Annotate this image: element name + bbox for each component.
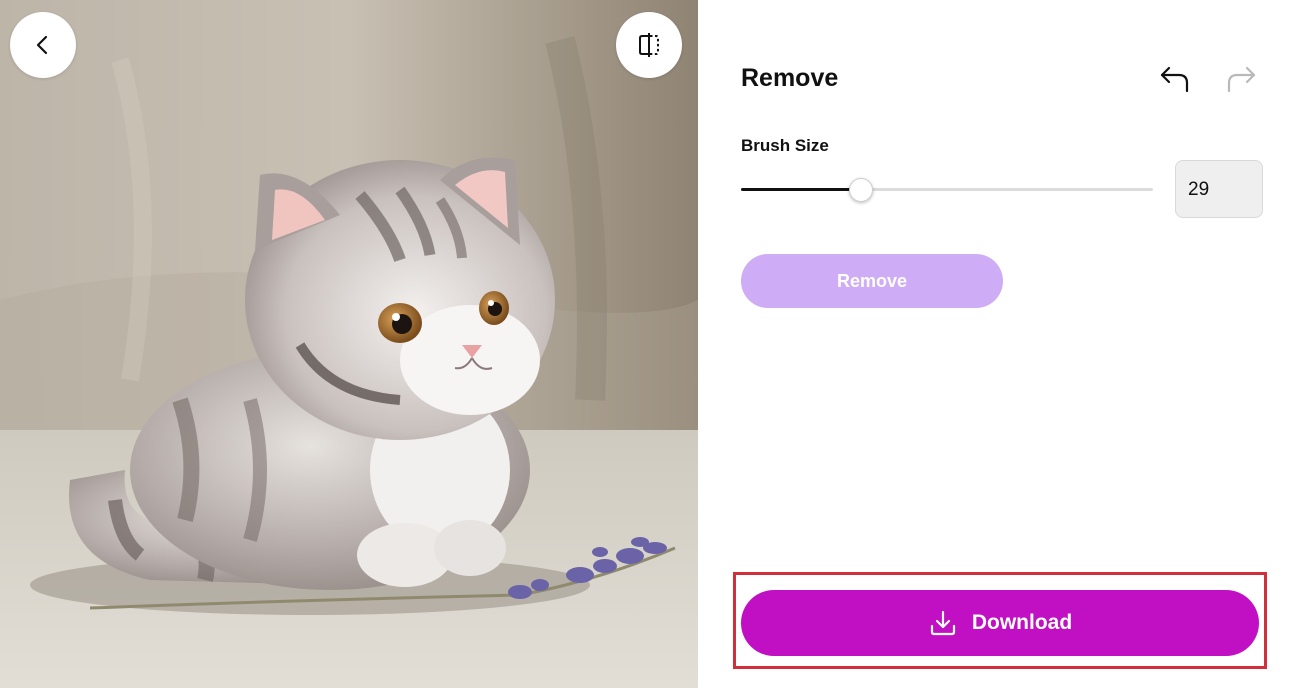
chevron-left-icon <box>36 35 48 55</box>
brush-size-label: Brush Size <box>741 136 829 155</box>
slider-fill <box>741 188 861 191</box>
brush-size-input[interactable]: 29 <box>1175 160 1263 218</box>
download-icon <box>930 610 955 636</box>
undo-button[interactable] <box>1158 62 1192 96</box>
back-button[interactable] <box>10 12 76 78</box>
compare-split-icon <box>639 33 659 57</box>
download-label: Download <box>971 611 1073 634</box>
panel-title: Remove <box>741 64 839 92</box>
redo-icon <box>1227 66 1256 93</box>
undo-icon <box>1160 66 1189 93</box>
brush-size-slider[interactable] <box>741 178 1153 202</box>
edited-image <box>0 0 698 688</box>
slider-thumb[interactable] <box>849 178 874 202</box>
tool-panel: Remove Brush Size 29 Remove Download <box>698 0 1300 688</box>
remove-button[interactable]: Remove <box>741 254 1003 308</box>
image-canvas[interactable] <box>0 0 698 688</box>
compare-button[interactable] <box>616 12 682 78</box>
download-button[interactable]: Download <box>741 590 1259 656</box>
redo-button[interactable] <box>1224 62 1258 96</box>
